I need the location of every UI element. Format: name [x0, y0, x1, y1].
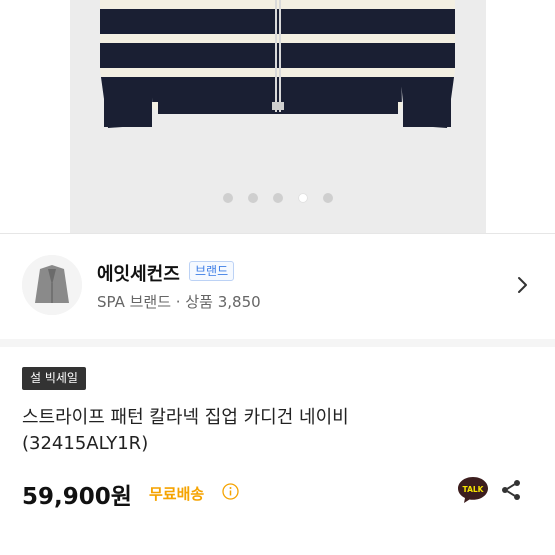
pagination-dot-active[interactable]	[297, 193, 308, 203]
talk-label: TALK	[463, 485, 485, 494]
info-icon[interactable]	[222, 483, 239, 500]
product-image-gallery[interactable]	[0, 0, 555, 233]
kakao-talk-icon[interactable]: TALK	[456, 475, 490, 505]
brand-row[interactable]: 에잇세컨즈 브랜드 SPA 브랜드 · 상품 3,850	[0, 234, 555, 339]
pagination-dot[interactable]	[272, 193, 283, 203]
share-icon[interactable]	[499, 478, 523, 502]
brand-meta: SPA 브랜드 · 상품 3,850	[97, 293, 261, 311]
brand-badge: 브랜드	[189, 261, 235, 281]
gallery-pagination	[0, 193, 555, 205]
chevron-right-icon[interactable]	[511, 274, 533, 296]
pagination-dot[interactable]	[322, 193, 333, 203]
product-title: 스트라이프 패턴 칼라넥 집업 카디건 네이비 (32415ALY1R)	[22, 407, 349, 454]
brand-name[interactable]: 에잇세컨즈	[97, 260, 180, 286]
brand-thumbnail[interactable]	[22, 255, 82, 315]
section-divider	[0, 339, 555, 347]
pagination-dot[interactable]	[222, 193, 233, 203]
product-price: 59,900원	[22, 484, 132, 510]
shipping-label: 무료배송	[149, 485, 205, 503]
pagination-dot[interactable]	[247, 193, 258, 203]
sale-tag: 설 빅세일	[22, 367, 86, 390]
